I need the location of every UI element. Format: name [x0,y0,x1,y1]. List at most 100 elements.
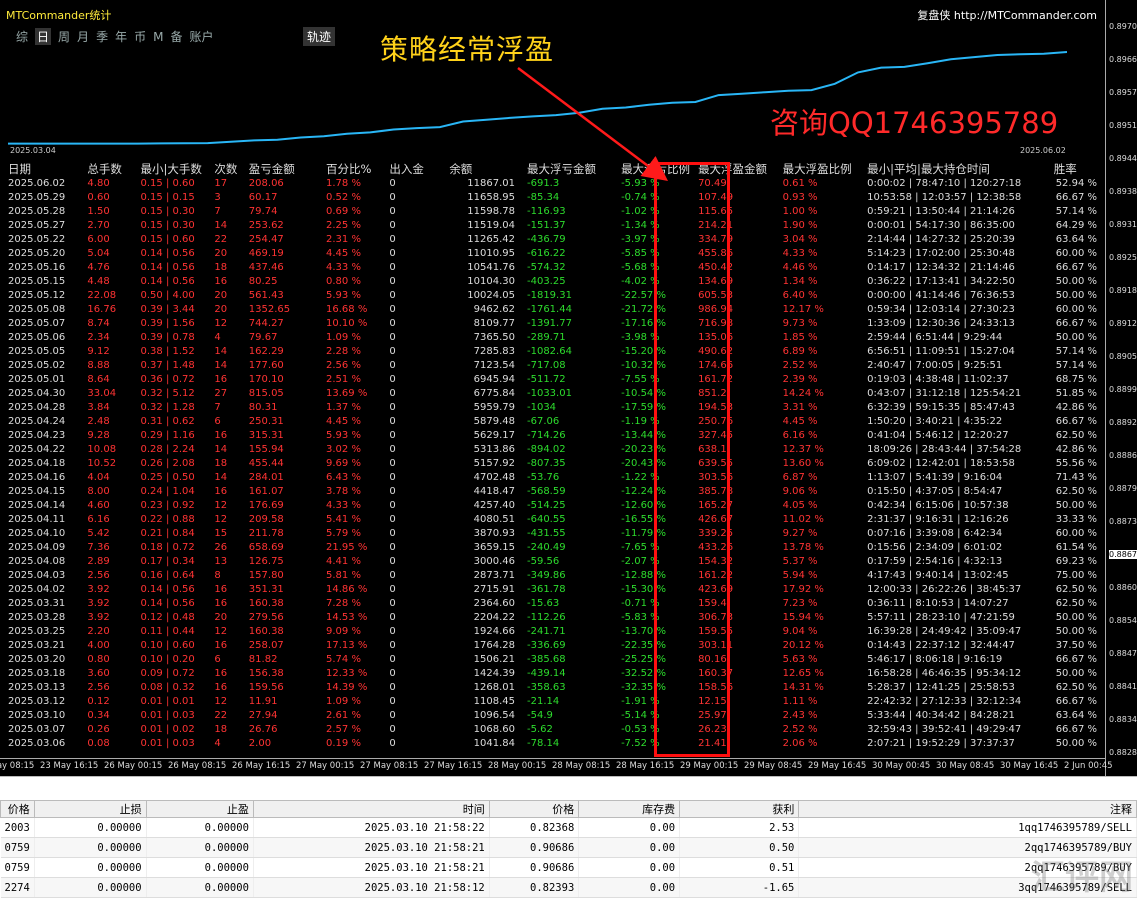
cell: 12.37 % [782,444,824,455]
table-row: 2025.04.09 7.36 0.18 | 0.72 26 658.69 21.95 %… [4,541,1105,555]
cell: 11519.04 [467,220,515,231]
cell: 1.90 % [782,220,818,231]
cell: 4 [214,332,221,343]
cell: 1924.66 [473,626,515,637]
cell: 0.31 | 0.62 [140,416,195,427]
order-row[interactable]: 2274 0.00000 0.00000 2025.03.10 21:58:12 0.8… [0,877,1137,898]
cell: 0 [389,290,396,301]
cell: 0.80 % [326,276,361,287]
table-row: 2025.05.02 8.88 0.37 | 1.48 14 177.60 2.56 % 0… [4,359,1105,373]
time-tick: 26 May 08:15 [168,761,227,771]
cell: 0 [389,696,396,707]
orders-header-2[interactable]: 止盈 [145,800,254,818]
order-row[interactable]: 0759 0.00000 0.00000 2025.03.10 21:58:21 0.9… [0,857,1137,878]
cell: -21.14 [526,696,560,707]
time-tick: 28 May 16:15 [616,761,675,771]
site-link[interactable]: 复盘侠 http://MTCommander.com [917,7,1097,23]
cell: 1352.65 [248,304,291,315]
cell: 18 [214,458,228,469]
curve-start-date: 2025.03.04 [10,146,56,155]
orders-header-0[interactable]: 价格 [0,800,35,818]
order-cell: 2025.03.10 21:58:21 [253,837,490,858]
cell: 0 [389,710,396,721]
cell: 437.46 [248,262,284,273]
cell: 9.06 % [782,486,818,497]
order-cell: 2025.03.10 21:58:12 [253,877,490,898]
cell: 6.87 % [782,472,818,483]
cell: 0.52 % [326,192,361,203]
orders-header-5[interactable]: 库存费 [578,800,681,818]
cell: 2025.05.22 [8,234,66,245]
cell: 0 [389,556,396,567]
cell: 0.23 | 0.92 [140,500,195,511]
cell: -1033.01 [526,388,572,399]
order-cell: 0.90686 [489,837,580,858]
cell: 9.28 [87,430,110,441]
col-header-1: 总手数 [87,161,122,176]
cell: 5.41 % [326,514,361,525]
order-cell: 0.50 [679,837,800,858]
cell: 13 [214,556,228,567]
cell: -1034 [526,402,557,413]
cell: 0.69 % [326,206,361,217]
cell: 2025.05.08 [8,304,66,315]
cell: 279.56 [248,612,284,623]
cell: 0 [389,668,396,679]
cell: -53.76 [526,472,560,483]
cell: -112.26 [526,612,566,623]
panel-divider[interactable] [0,776,1137,802]
cell: 258.07 [248,640,284,651]
cell: 2:14:44 | 14:27:32 | 25:20:39 [867,234,1015,245]
cell: -289.71 [526,332,566,343]
col-header-3: 次数 [214,161,238,176]
cell: 0.36 | 0.72 [140,374,195,385]
cell: 13.69 % [326,388,368,399]
cell: 0:19:03 | 4:38:48 | 11:02:37 [867,374,1009,385]
cell: 5.79 % [326,528,361,539]
cell: 2025.03.10 [8,710,66,721]
cell: 50.00 % [1055,332,1097,343]
cell: -894.02 [526,444,566,455]
cell: 9.12 [87,346,110,357]
cell: 0.60 [87,192,110,203]
cell: 6.89 % [782,346,818,357]
orders-header-6[interactable]: 获利 [679,800,800,818]
cell: 2025.03.06 [8,738,66,749]
price-tick: 0.8931 [1109,220,1137,229]
cell: 3.84 [87,402,110,413]
cell: 2025.04.03 [8,570,66,581]
cell: -1819.31 [526,290,572,301]
cell: 0 [389,528,396,539]
table-row: 2025.03.12 0.12 0.01 | 0.01 12 11.91 1.09 % 0 1… [4,695,1105,709]
cell: 2025.04.02 [8,584,66,595]
cell: 18 [214,724,228,735]
cell: 50.00 % [1055,290,1097,301]
cell: 55.56 % [1055,458,1097,469]
orders-header-7[interactable]: 注释 [798,800,1137,818]
table-row: 2025.05.15 4.48 0.14 | 0.56 16 80.25 0.80 % 0 1… [4,275,1105,289]
cell: 8.64 [87,374,110,385]
col-header-0: 日期 [8,161,31,176]
cell: 1.09 % [326,332,361,343]
cell: 0.14 | 0.56 [140,262,195,273]
daily-stats-table: 日期 总手数 最小|大手数 次数 盈亏金额 百分比% 出入金 余额 最大浮亏金额 最大浮亏比例 最大… [4,160,1105,751]
cell: 1.85 % [782,332,818,343]
cell: 162.29 [248,346,284,357]
cell: 126.75 [248,556,284,567]
cell: -717.08 [526,360,566,371]
orders-header-3[interactable]: 时间 [252,800,490,818]
cell: 0.08 | 0.32 [140,682,195,693]
cell: 2.57 % [326,724,361,735]
cell: 57.14 % [1055,360,1097,371]
order-row[interactable]: 0759 0.00000 0.00000 2025.03.10 21:58:21 0.9… [0,837,1137,858]
cell: 3.92 [87,612,110,623]
orders-header-4[interactable]: 价格 [488,800,580,818]
cell: 14 [214,360,228,371]
order-row[interactable]: 2003 0.00000 0.00000 2025.03.10 21:58:22 0.8… [0,817,1137,838]
cell: 0 [389,472,396,483]
table-row: 2025.05.07 8.74 0.39 | 1.56 12 744.27 10.10 %… [4,317,1105,331]
cell: 2025.06.02 [8,178,66,189]
order-cell: 0.90686 [489,857,580,878]
cell: 0 [389,458,396,469]
orders-header-1[interactable]: 止损 [33,800,147,818]
